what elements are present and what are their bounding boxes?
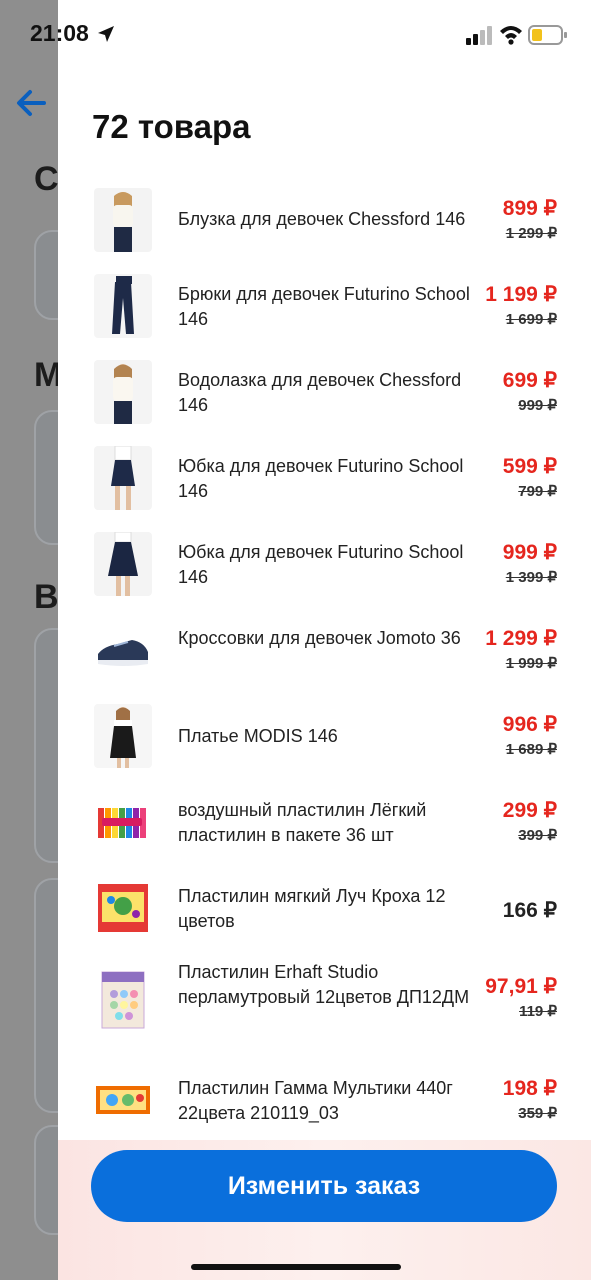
list-item[interactable]: Пластилин Гамма Мультики 440г 22цвета 21… [58, 1058, 591, 1144]
product-price: 996 ₽ [502, 713, 557, 736]
product-name: Водолазка для девочек Chessford 146 [178, 370, 462, 415]
product-price: 198 ₽ [502, 1077, 557, 1100]
product-name: Платье MODIS 146 [178, 726, 338, 746]
list-item[interactable]: воздушный пластилин Лёгкий пластилин в п… [58, 780, 591, 866]
product-old-price: 399 ₽ [518, 827, 557, 844]
product-name: Кроссовки для девочек Jomoto 36 [178, 628, 461, 648]
status-bar: 21:08 [0, 0, 591, 70]
location-arrow-icon [98, 26, 114, 42]
product-old-price: 119 ₽ [519, 1003, 557, 1020]
product-image [94, 618, 152, 682]
product-old-price: 1 399 ₽ [505, 569, 557, 586]
product-image [94, 360, 152, 424]
product-price: 999 ₽ [502, 541, 557, 564]
list-item[interactable]: Брюки для девочек Futurino School 146 1 … [58, 264, 591, 350]
order-items-sheet: 72 товара Блузка для девочек Chessford 1… [58, 0, 591, 1280]
product-price: 1 199 ₽ [485, 283, 557, 306]
product-name: Пластилин мягкий Луч Кроха 12 цветов [178, 886, 446, 931]
product-image [94, 188, 152, 252]
list-item[interactable]: Кроссовки для девочек Jomoto 36 1 299 ₽ … [58, 608, 591, 694]
list-item[interactable]: Пластилин Erhaft Studio перламутровый 12… [58, 952, 591, 1058]
product-old-price: 359 ₽ [518, 1105, 557, 1122]
list-item[interactable]: Юбка для девочек Futurino School 146 999… [58, 522, 591, 608]
product-price: 899 ₽ [502, 197, 557, 220]
bottom-action-bar: Изменить заказ [58, 1140, 591, 1280]
product-image [94, 1068, 152, 1132]
product-image [94, 876, 152, 940]
product-image [94, 532, 152, 596]
product-old-price: 1 999 ₽ [505, 655, 557, 672]
product-price: 166 ₽ [502, 899, 557, 922]
product-price: 599 ₽ [502, 455, 557, 478]
product-name: Юбка для девочек Futurino School 146 [178, 456, 464, 501]
product-price: 1 299 ₽ [485, 627, 557, 650]
product-old-price: 1 299 ₽ [505, 225, 557, 242]
battery-icon [528, 25, 567, 45]
back-arrow-icon[interactable] [14, 86, 48, 120]
product-image [94, 968, 152, 1032]
product-image [94, 790, 152, 854]
cellular-signal-icon [466, 26, 492, 45]
list-item[interactable]: Блузка для девочек Chessford 146 899 ₽ 1… [58, 178, 591, 264]
status-time: 21:08 [30, 20, 89, 46]
product-old-price: 999 ₽ [518, 397, 557, 414]
home-indicator [191, 1264, 401, 1270]
product-image [94, 704, 152, 768]
product-price: 699 ₽ [502, 369, 557, 392]
product-old-price: 1 699 ₽ [505, 311, 557, 328]
product-image [94, 446, 152, 510]
product-name: Блузка для девочек Chessford 146 [178, 209, 466, 229]
wifi-icon [500, 26, 522, 45]
product-image [94, 274, 152, 338]
background-heading: С [34, 160, 59, 198]
product-name: Юбка для девочек Futurino School 146 [178, 542, 464, 587]
list-item[interactable]: Пластилин мягкий Луч Кроха 12 цветов 166… [58, 866, 591, 952]
product-name: воздушный пластилин Лёгкий пластилин в п… [178, 800, 427, 845]
background-heading: В [34, 578, 59, 616]
product-price: 97,91 ₽ [485, 975, 557, 998]
list-item[interactable]: Платье MODIS 146 996 ₽ 1 689 ₽ [58, 694, 591, 780]
list-item[interactable]: Водолазка для девочек Chessford 146 699 … [58, 350, 591, 436]
product-old-price: 799 ₽ [518, 483, 557, 500]
product-old-price: 1 689 ₽ [505, 741, 557, 758]
product-price: 299 ₽ [502, 799, 557, 822]
product-name: Брюки для девочек Futurino School 146 [178, 284, 470, 329]
list-item[interactable]: Юбка для девочек Futurino School 146 599… [58, 436, 591, 522]
product-name: Пластилин Гамма Мультики 440г 22цвета 21… [178, 1078, 453, 1123]
change-order-button[interactable]: Изменить заказ [91, 1150, 557, 1222]
sheet-title: 72 товара [92, 108, 251, 145]
product-name: Пластилин Erhaft Studio перламутровый 12… [178, 962, 470, 1007]
